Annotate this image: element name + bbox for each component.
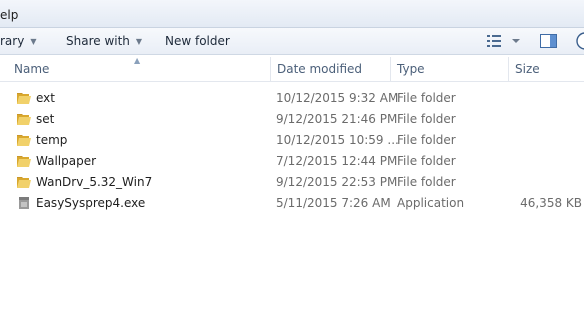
column-header-date-modified[interactable]: Date modified [270, 57, 390, 82]
folder-icon [17, 156, 31, 167]
chevron-down-icon: ▼ [30, 37, 37, 46]
file-row[interactable]: EasySysprep4.exe 5/11/2015 7:26 AM Appli… [0, 193, 584, 214]
file-name: set [36, 112, 55, 126]
file-type: File folder [397, 175, 456, 189]
library-label: rary [0, 34, 25, 48]
file-size: 46,358 KB [520, 196, 582, 210]
file-type: File folder [397, 112, 456, 126]
file-row[interactable]: ext 10/12/2015 9:32 AM File folder [0, 88, 584, 109]
help-icon [576, 32, 584, 50]
file-row[interactable]: temp 10/12/2015 10:59 ... File folder [0, 130, 584, 151]
file-type: Application [397, 196, 465, 210]
file-date: 7/12/2015 12:44 PM [276, 154, 398, 168]
column-header-type[interactable]: Type [390, 57, 508, 82]
include-in-library-button[interactable]: rary ▼ [0, 34, 36, 48]
file-date: 9/12/2015 21:46 PM [276, 112, 398, 126]
file-date: 10/12/2015 10:59 ... [276, 133, 399, 147]
file-type: File folder [397, 91, 456, 105]
preview-pane-icon [540, 34, 557, 48]
file-type: File folder [397, 154, 456, 168]
help-button[interactable] [576, 32, 584, 53]
file-name: Wallpaper [36, 154, 97, 168]
file-type: File folder [397, 133, 456, 147]
application-icon [19, 197, 29, 209]
file-date: 5/11/2015 7:26 AM [276, 196, 391, 210]
sort-ascending-icon: ▲ [134, 56, 141, 65]
menu-bar: elp [0, 0, 584, 28]
folder-icon [17, 135, 31, 146]
folder-icon [17, 93, 31, 104]
file-date: 10/12/2015 9:32 AM [276, 91, 399, 105]
menu-help[interactable]: elp [0, 8, 18, 22]
new-folder-button[interactable]: New folder [165, 34, 230, 48]
file-row[interactable]: set 9/12/2015 21:46 PM File folder [0, 109, 584, 130]
file-name: temp [36, 133, 68, 147]
file-name: EasySysprep4.exe [36, 196, 146, 210]
folder-icon [17, 114, 31, 125]
column-header-row: Name Date modified Type Size [0, 57, 584, 82]
file-date: 9/12/2015 22:53 PM [276, 175, 398, 189]
share-label: Share with [66, 34, 130, 48]
view-options-button[interactable] [487, 33, 527, 52]
chevron-down-icon: ▼ [135, 37, 143, 46]
command-toolbar: rary ▼ Share with ▼ New folder [0, 28, 584, 55]
column-header-size[interactable]: Size [508, 57, 584, 82]
file-name: WanDrv_5.32_Win7 [36, 175, 153, 189]
file-name: ext [36, 91, 55, 105]
file-row[interactable]: Wallpaper 7/12/2015 12:44 PM File folder [0, 151, 584, 172]
file-row[interactable]: WanDrv_5.32_Win7 9/12/2015 22:53 PM File… [0, 172, 584, 193]
preview-pane-button[interactable] [540, 33, 558, 52]
folder-icon [17, 177, 31, 188]
share-with-button[interactable]: Share with ▼ [66, 34, 142, 48]
view-list-icon [487, 35, 520, 47]
